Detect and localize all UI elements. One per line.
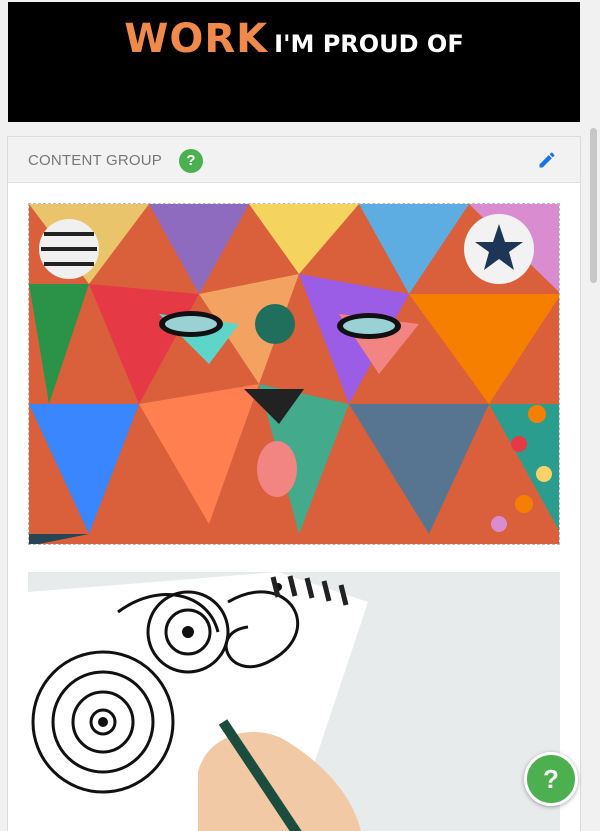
mural-illustration	[29, 204, 559, 544]
card-header: CONTENT GROUP ?	[8, 137, 580, 183]
geometric-bear-mural-image	[28, 203, 560, 545]
sketch-illustration	[28, 572, 560, 831]
banner-title-rest: I'M PROUD OF	[274, 30, 464, 58]
content-group-card: CONTENT GROUP ?	[7, 136, 581, 831]
banner-title: WORK I'M PROUD OF	[8, 16, 580, 62]
card-title: CONTENT GROUP	[28, 152, 162, 169]
header-banner: WORK I'M PROUD OF	[8, 2, 580, 122]
pencil-icon[interactable]	[537, 150, 557, 170]
scrollbar-thumb[interactable]	[590, 128, 597, 283]
page: WORK I'M PROUD OF CONTENT GROUP ? ?	[0, 0, 600, 831]
help-icon[interactable]: ?	[179, 149, 203, 173]
mandala-drawing-sketchbook-image	[28, 572, 560, 831]
floating-help-button[interactable]: ?	[524, 752, 578, 806]
banner-title-accent: WORK	[124, 16, 269, 62]
